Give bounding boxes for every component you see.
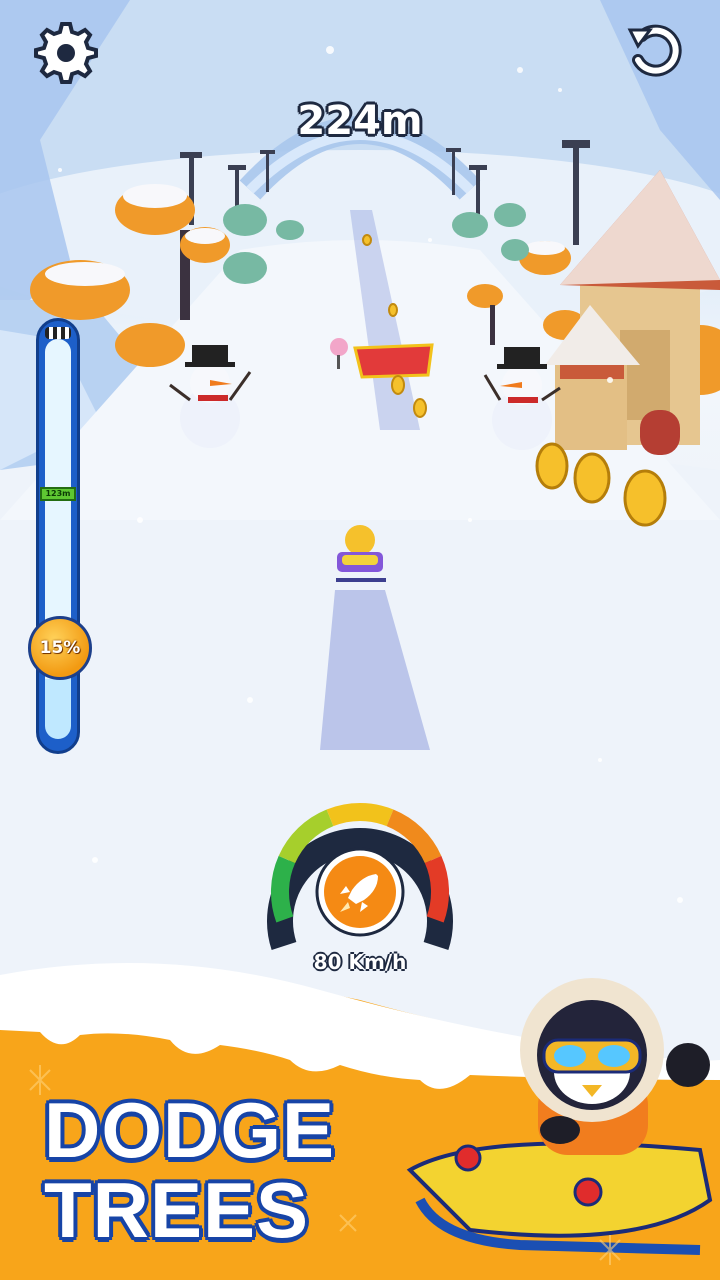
game-stage[interactable]: 224m 123m 15% 80 Km/h DODGE TREES (0, 0, 720, 1280)
restart-icon[interactable] (624, 20, 688, 84)
speed-arc-red (424, 855, 450, 923)
gear-icon[interactable] (34, 20, 98, 84)
finish-flag-icon (45, 327, 71, 339)
slogan-line-1: DODGE (44, 1086, 336, 1174)
speed-arc-yellow (326, 803, 394, 827)
best-distance-marker: 123m (40, 487, 76, 501)
slogan-line-2: TREES (44, 1166, 310, 1254)
progress-percent-badge: 15% (28, 616, 92, 680)
speed-arc-green (270, 855, 296, 923)
rocket-icon[interactable] (314, 846, 406, 938)
distance-counter: 224m (297, 98, 423, 144)
promo-slogan: DODGE TREES (44, 1090, 335, 1250)
progress-track (36, 318, 80, 754)
speed-readout: 80 Km/h (313, 950, 407, 974)
